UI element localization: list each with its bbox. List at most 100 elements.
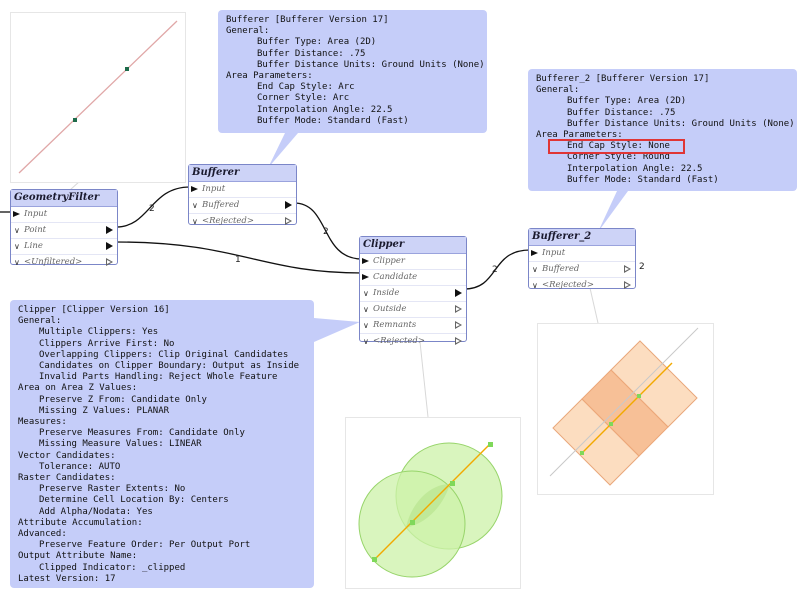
annotation-line: Multiple Clippers: Yes — [39, 327, 159, 338]
preview-point — [125, 67, 129, 71]
geometry-filter-unfiltered-port[interactable]: ∨ <Unfiltered> — [11, 255, 117, 270]
bufferer-2-preview-thumbnail — [537, 323, 714, 495]
port-label: <Rejected> — [202, 216, 254, 226]
geometry-filter-input-port[interactable]: Input — [11, 207, 117, 223]
geometry-filter-title: GeometryFilter — [11, 190, 117, 207]
annotation-line: Buffer Type: Area (2D) — [567, 96, 687, 107]
annotation-line: General: — [536, 85, 580, 96]
wire-count-buffered-to-clipper: 2 — [323, 227, 329, 237]
chevron-down-icon[interactable]: ∨ — [532, 278, 538, 293]
chevron-down-icon[interactable]: ∨ — [363, 302, 369, 317]
chevron-down-icon[interactable]: ∨ — [363, 334, 369, 349]
annotation-line: Preserve Measures From: Candidate Only — [39, 428, 245, 439]
port-label: Outside — [373, 304, 407, 314]
clipper-clipper-port[interactable]: Clipper — [360, 254, 466, 270]
annotation-line: Output Attribute Name: — [18, 551, 138, 562]
port-label: Inside — [373, 288, 400, 298]
preview-point — [637, 394, 641, 398]
annotation-line: Missing Z Values: PLANAR — [39, 405, 170, 416]
output-arrow-icon — [455, 337, 462, 345]
clipper-inside-port[interactable]: ∨ Inside — [360, 286, 466, 302]
annotation-line: Area Parameters: — [226, 71, 313, 82]
geometry-filter-point-port[interactable]: ∨ Point — [11, 223, 117, 239]
chevron-down-icon[interactable]: ∨ — [363, 318, 369, 333]
annotation-line: General: — [226, 26, 270, 37]
bufferer-2-rejected-port[interactable]: ∨ <Rejected> — [529, 278, 635, 293]
port-label: Input — [542, 248, 566, 258]
bufferer-rejected-port[interactable]: ∨ <Rejected> — [189, 214, 296, 229]
chevron-down-icon[interactable]: ∨ — [192, 214, 198, 229]
output-arrow-icon — [455, 289, 462, 297]
port-label: Buffered — [542, 264, 580, 274]
clipper-preview-thumbnail — [345, 417, 521, 589]
annotation-line: Buffer Type: Area (2D) — [257, 37, 377, 48]
bufferer-buffered-port[interactable]: ∨ Buffered — [189, 198, 296, 214]
input-arrow-icon — [13, 211, 20, 217]
bufferer-2-annotation-tail — [598, 191, 628, 232]
preview-point — [488, 442, 493, 447]
annotation-line: Tolerance: AUTO — [39, 461, 121, 472]
annotation-line: Invalid Parts Handling: Reject Whole Fea… — [39, 372, 278, 383]
output-arrow-icon — [455, 321, 462, 329]
annotation-line: Missing Measure Values: LINEAR — [39, 439, 202, 450]
clipper-annotation[interactable]: Clipper [Clipper Version 16] General: Mult… — [10, 300, 314, 588]
annotation-line: Preserve Raster Extents: No — [39, 484, 186, 495]
port-label: Candidate — [373, 272, 418, 282]
highlighted-parameter-line: End Cap Style: None — [548, 139, 685, 155]
port-label: Input — [24, 209, 48, 219]
chevron-down-icon[interactable]: ∨ — [363, 286, 369, 301]
annotation-line: Buffer Mode: Standard (Fast) — [257, 115, 409, 126]
output-arrow-icon — [285, 217, 292, 225]
input-arrow-icon — [362, 274, 369, 280]
chevron-down-icon[interactable]: ∨ — [532, 262, 538, 277]
clipper-node[interactable]: Clipper Clipper Candidate ∨ Inside ∨ Out… — [359, 236, 467, 346]
clipper-rejected-port[interactable]: ∨ <Rejected> — [360, 334, 466, 349]
preview-point — [410, 520, 415, 525]
bufferer-2-annotation[interactable]: Bufferer_2 [Bufferer Version 17] General:… — [528, 69, 797, 191]
annotation-line: Interpolation Angle: 22.5 — [567, 163, 703, 174]
annotation-line: Buffer Mode: Standard (Fast) — [567, 174, 719, 185]
bufferer-node[interactable]: Bufferer Input ∨ Buffered ∨ <Rejected> — [188, 164, 297, 226]
annotation-line: Corner Style: Arc — [257, 93, 350, 104]
output-arrow-icon — [624, 281, 631, 289]
annotation-line: End Cap Style: Arc — [257, 82, 355, 93]
clipper-annotation-tail — [314, 318, 360, 342]
input-arrow-icon — [531, 250, 538, 256]
bufferer-annotation[interactable]: Bufferer [Bufferer Version 17] General: Bu… — [218, 10, 487, 133]
port-label: Line — [24, 241, 43, 251]
bufferer-2-node[interactable]: Bufferer_2 Input ∨ Buffered ∨ <Rejected> — [528, 228, 636, 290]
annotation-line: Latest Version: 17 — [18, 573, 116, 584]
annotation-line: Buffer Distance Units: Ground Units (Non… — [567, 118, 795, 129]
annotation-line: Attribute Accumulation: — [18, 517, 143, 528]
output-arrow-icon — [455, 305, 462, 313]
annotation-line: Raster Candidates: — [18, 473, 116, 484]
port-label: Point — [24, 225, 47, 235]
bufferer-2-buffered-port[interactable]: ∨ Buffered — [529, 262, 635, 278]
geometry-filter-node[interactable]: GeometryFilter Input ∨ Point ∨ Line ∨ <U… — [10, 189, 118, 267]
bufferer-annotation-tail — [268, 133, 298, 168]
clipper-outside-port[interactable]: ∨ Outside — [360, 302, 466, 318]
chevron-down-icon[interactable]: ∨ — [192, 198, 198, 213]
bufferer-input-port[interactable]: Input — [189, 182, 296, 198]
annotation-line: Bufferer [Bufferer Version 17] — [226, 15, 389, 25]
output-arrow-icon — [624, 265, 631, 273]
geometry-filter-line-port[interactable]: ∨ Line — [11, 239, 117, 255]
bufferer-title: Bufferer — [189, 165, 296, 182]
annotation-line: Add Alpha/Nodata: Yes — [39, 506, 153, 517]
chevron-down-icon[interactable]: ∨ — [14, 239, 20, 254]
annotation-line: General: — [18, 316, 62, 327]
preview-point — [450, 481, 455, 486]
preview-point — [73, 118, 77, 122]
bufferer-2-input-port[interactable]: Input — [529, 246, 635, 262]
annotation-line: Measures: — [18, 417, 67, 428]
clipper-remnants-port[interactable]: ∨ Remnants — [360, 318, 466, 334]
chevron-down-icon[interactable]: ∨ — [14, 255, 20, 270]
annotation-line: Area Parameters: — [536, 130, 623, 141]
thumb-leader-bufferer-2 — [589, 287, 599, 324]
annotation-line: Area on Area Z Values: — [18, 383, 138, 394]
annotation-line: Determine Cell Location By: Centers — [39, 495, 229, 506]
annotation-line: Clippers Arrive First: No — [39, 338, 175, 349]
chevron-down-icon[interactable]: ∨ — [14, 223, 20, 238]
clipper-candidate-port[interactable]: Candidate — [360, 270, 466, 286]
wire-count-line-to-clipper: 1 — [235, 255, 241, 265]
